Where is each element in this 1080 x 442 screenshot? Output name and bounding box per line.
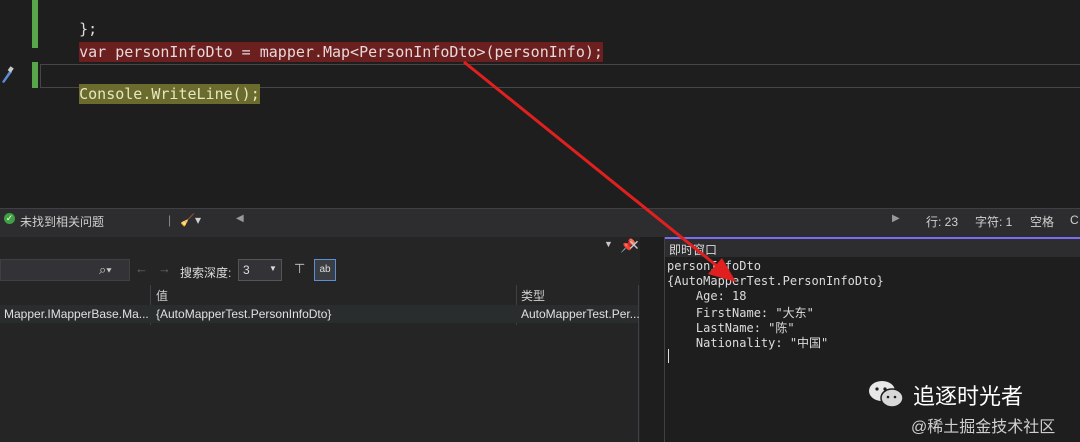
text-cursor	[668, 349, 669, 363]
dropdown-icon[interactable]: ▼	[604, 239, 613, 249]
search-depth-label: 搜索深度:	[180, 266, 232, 280]
row-type: AutoMapperTest.Per...	[521, 307, 640, 321]
change-indicator-bar	[32, 0, 38, 48]
code-line-current[interactable]: Console.WriteLine();	[43, 67, 260, 121]
output-line: personInfoDto	[667, 259, 761, 273]
change-indicator-bar	[32, 62, 38, 88]
breakpoint-brush-icon[interactable]	[0, 66, 14, 84]
code-text: var personInfoDto = mapper.Map<PersonInf…	[79, 42, 603, 62]
chevron-down-icon: ▼	[269, 264, 277, 273]
code-editor[interactable]: }; var personInfoDto = mapper.Map<Person…	[0, 0, 1080, 208]
column-header-value[interactable]: 值	[156, 287, 168, 304]
locals-panel: ▼ 📌 ✕ ⌕▾ ← → 搜索深度: 3 ▼ ⊤ ab 值 类型 Mapper.…	[0, 237, 640, 442]
divider: |	[168, 213, 172, 227]
output-line: Age: 18	[667, 289, 747, 303]
row-value: {AutoMapperTest.PersonInfoDto}	[156, 307, 332, 321]
pin-column-icon[interactable]: ⊤	[294, 261, 305, 277]
issues-status[interactable]: 未找到相关问题	[20, 213, 104, 230]
watermark-account: 追逐时光者	[913, 384, 1024, 409]
line-indicator[interactable]: 行: 23	[926, 213, 958, 230]
search-input[interactable]: ⌕▾	[0, 259, 130, 281]
output-line: Nationality: "中国"	[667, 336, 829, 350]
encoding-indicator[interactable]: C	[1070, 213, 1079, 227]
column-header-type[interactable]: 类型	[521, 287, 545, 304]
editor-status-bar: ✓ 未找到相关问题 | 🧹▾ ◀ ▶ 行: 23 字符: 1 空格 C	[0, 208, 1080, 231]
row-name: Mapper.IMapperBase.Ma...	[4, 307, 149, 321]
search-depth-select[interactable]: 3 ▼	[238, 259, 282, 281]
hex-display-toggle-icon[interactable]: ab	[314, 259, 336, 281]
scroll-left-icon[interactable]: ◀	[236, 213, 244, 224]
scroll-right-icon[interactable]: ▶	[892, 213, 900, 224]
wechat-logo-icon	[868, 379, 904, 409]
panel-title: 即时窗口	[669, 243, 718, 257]
immediate-window-tab[interactable]: 即时窗口	[665, 237, 1080, 257]
cleanup-brush-icon[interactable]: 🧹▾	[180, 213, 201, 227]
check-icon: ✓	[4, 213, 15, 224]
table-row[interactable]: Mapper.IMapperBase.Ma... {AutoMapperTest…	[0, 305, 640, 323]
code-text: Console.WriteLine();	[79, 84, 260, 104]
search-depth-value: 3	[243, 263, 250, 277]
output-line: {AutoMapperTest.PersonInfoDto}	[667, 274, 884, 288]
close-icon[interactable]: ✕	[628, 237, 640, 254]
back-arrow-icon[interactable]: ←	[135, 261, 148, 276]
search-icon[interactable]: ⌕▾	[99, 262, 112, 278]
watermark-site: @稀土掘金技术社区	[911, 419, 1056, 436]
whitespace-indicator[interactable]: 空格	[1030, 213, 1054, 230]
char-indicator[interactable]: 字符: 1	[975, 213, 1012, 230]
forward-arrow-icon[interactable]: →	[158, 261, 171, 276]
immediate-window[interactable]: 即时窗口 personInfoDto {AutoMapperTest.Perso…	[664, 237, 1080, 442]
